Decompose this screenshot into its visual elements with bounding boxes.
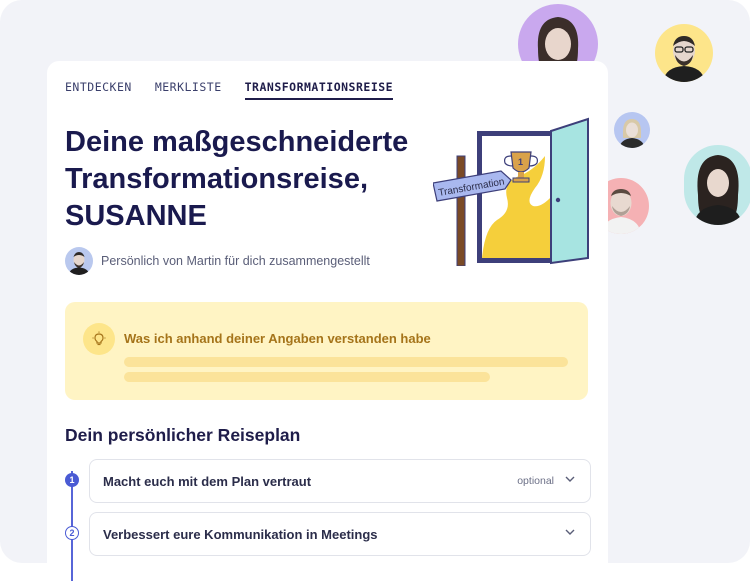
step-number-1: 1 [65, 473, 79, 487]
title-line-3: SUSANNE [65, 200, 207, 232]
step-card-1[interactable]: Macht euch mit dem Plan vertraut optiona… [89, 459, 591, 503]
plan-title: Dein persönlicher Reiseplan [65, 425, 301, 445]
step-number-2: 2 [65, 526, 79, 540]
page-title: Deine maßgeschneiderte Transformationsre… [65, 124, 425, 235]
avatar-man-yellow [655, 24, 713, 82]
avatar-woman-teal [684, 145, 750, 225]
author-avatar [65, 247, 93, 275]
tab-merkliste[interactable]: MERKLISTE [155, 80, 222, 100]
insight-box: Was ich anhand deiner Angaben verstanden… [65, 302, 588, 400]
tab-entdecken[interactable]: ENTDECKEN [65, 80, 132, 100]
step-label: Macht euch mit dem Plan vertraut [103, 474, 312, 489]
chevron-down-icon[interactable] [564, 472, 576, 486]
author-line: Persönlich von Martin für dich zusammeng… [65, 247, 370, 275]
title-line-2: Transformationsreise, [65, 163, 368, 195]
loading-skeleton-line [124, 357, 568, 367]
author-subtitle: Persönlich von Martin für dich zusammeng… [101, 254, 370, 268]
journey-card: ENTDECKEN MERKLISTE TRANSFORMATIONSREISE… [47, 61, 608, 581]
tab-transformationsreise[interactable]: TRANSFORMATIONSREISE [244, 80, 394, 100]
step-card-2[interactable]: Verbessert eure Kommunikation in Meeting… [89, 512, 591, 556]
optional-tag: optional [517, 475, 554, 487]
loading-skeleton-line [124, 372, 490, 382]
title-line-1: Deine maßgeschneiderte [65, 126, 409, 158]
insight-title: Was ich anhand deiner Angaben verstanden… [124, 331, 431, 346]
trophy-number: 1 [518, 157, 523, 167]
avatar-woman-blue [614, 112, 650, 148]
tab-bar: ENTDECKEN MERKLISTE TRANSFORMATIONSREISE [65, 80, 416, 100]
step-label: Verbessert eure Kommunikation in Meeting… [103, 527, 378, 542]
journey-door-illustration: 1 Transformation [433, 117, 589, 266]
chevron-down-icon[interactable] [564, 525, 576, 539]
lightbulb-icon [83, 323, 115, 355]
